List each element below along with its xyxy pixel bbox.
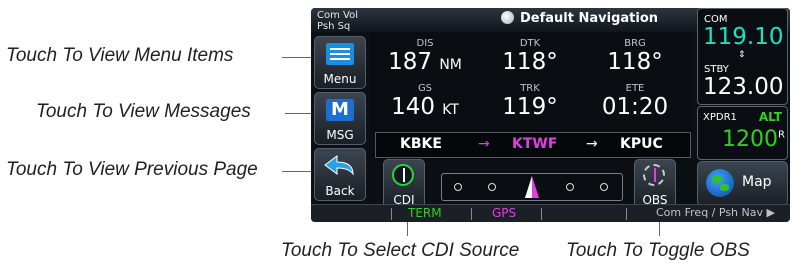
route-bar[interactable]: KBKE → KTWF → KPUC bbox=[375, 132, 691, 158]
menu-label: Menu bbox=[323, 72, 357, 86]
msg-label: MSG bbox=[326, 128, 354, 142]
page-title: Default Navigation bbox=[501, 11, 658, 26]
route-arrow-active: → bbox=[478, 136, 490, 152]
globe-icon bbox=[706, 169, 734, 197]
cdi-dot bbox=[454, 183, 462, 191]
field-trk[interactable]: TRK 119° bbox=[480, 83, 580, 119]
back-arrow-icon bbox=[324, 155, 354, 176]
cdi-source-icon bbox=[392, 164, 414, 186]
field-brg[interactable]: BRG 118° bbox=[585, 38, 685, 74]
obs-button[interactable]: OBS bbox=[634, 159, 676, 209]
transponder-box[interactable]: XPDR1 ALT 1200R bbox=[697, 106, 788, 160]
divider bbox=[541, 208, 542, 220]
message-icon: M bbox=[326, 99, 354, 121]
course-deviation-pointer bbox=[525, 176, 539, 198]
cdi-dot bbox=[488, 183, 496, 191]
route-to: KPUC bbox=[620, 136, 663, 152]
com-standby-frequency: 123.00 bbox=[703, 74, 784, 100]
menu-icon bbox=[326, 43, 354, 65]
field-gs[interactable]: GS 140 KT bbox=[375, 83, 475, 122]
xpdr-mode: ALT bbox=[758, 110, 782, 124]
field-dis[interactable]: DIS 187 NM bbox=[375, 38, 475, 77]
route-active-waypoint: KTWF bbox=[512, 136, 558, 152]
callout-messages: Touch To View Messages bbox=[36, 101, 251, 122]
com-box[interactable]: COM 119.10 ⇕ STBY 123.00 bbox=[697, 8, 788, 105]
back-button[interactable]: Back bbox=[314, 148, 366, 201]
map-button[interactable]: Map bbox=[697, 161, 788, 206]
field-ete[interactable]: ETE 01:20 bbox=[585, 83, 685, 119]
divider bbox=[391, 208, 392, 220]
route-from: KBKE bbox=[400, 136, 442, 152]
divider bbox=[471, 208, 472, 220]
back-label: Back bbox=[325, 184, 355, 198]
com-volume-label[interactable]: Com Vol Psh Sq bbox=[317, 10, 358, 32]
cdi-dot bbox=[566, 183, 574, 191]
callout-menu: Touch To View Menu Items bbox=[6, 45, 234, 66]
divider bbox=[626, 208, 627, 220]
map-label: Map bbox=[742, 174, 772, 190]
cdi-button[interactable]: CDI bbox=[383, 159, 425, 209]
obs-icon bbox=[643, 164, 665, 186]
callout-cdi-source: Touch To Select CDI Source bbox=[281, 240, 520, 261]
bottom-status-bar: TERM GPS Com Freq / Psh Nav ▶ bbox=[311, 204, 790, 222]
gtn-screen: Com Vol Psh Sq Default Navigation Menu M… bbox=[311, 8, 790, 222]
field-dtk[interactable]: DTK 118° bbox=[480, 38, 580, 74]
com-active-frequency: 119.10 bbox=[703, 24, 784, 50]
route-arrow: → bbox=[586, 136, 598, 152]
cdi-scale bbox=[441, 173, 623, 201]
menu-button[interactable]: Menu bbox=[314, 36, 366, 89]
xpdr-label: XPDR1 bbox=[703, 112, 737, 123]
term-annunciator: TERM bbox=[408, 206, 442, 220]
cdi-dot bbox=[600, 183, 608, 191]
knob-hint: Com Freq / Psh Nav ▶ bbox=[656, 206, 775, 219]
callout-previous: Touch To View Previous Page bbox=[6, 159, 258, 180]
xpdr-code: 1200R bbox=[722, 127, 785, 152]
navigation-icon bbox=[501, 11, 514, 24]
msg-button[interactable]: M MSG bbox=[314, 92, 366, 145]
callout-obs: Touch To Toggle OBS bbox=[566, 240, 750, 261]
gps-annunciator: GPS bbox=[492, 206, 517, 220]
swap-icon[interactable]: ⇕ bbox=[738, 50, 746, 60]
